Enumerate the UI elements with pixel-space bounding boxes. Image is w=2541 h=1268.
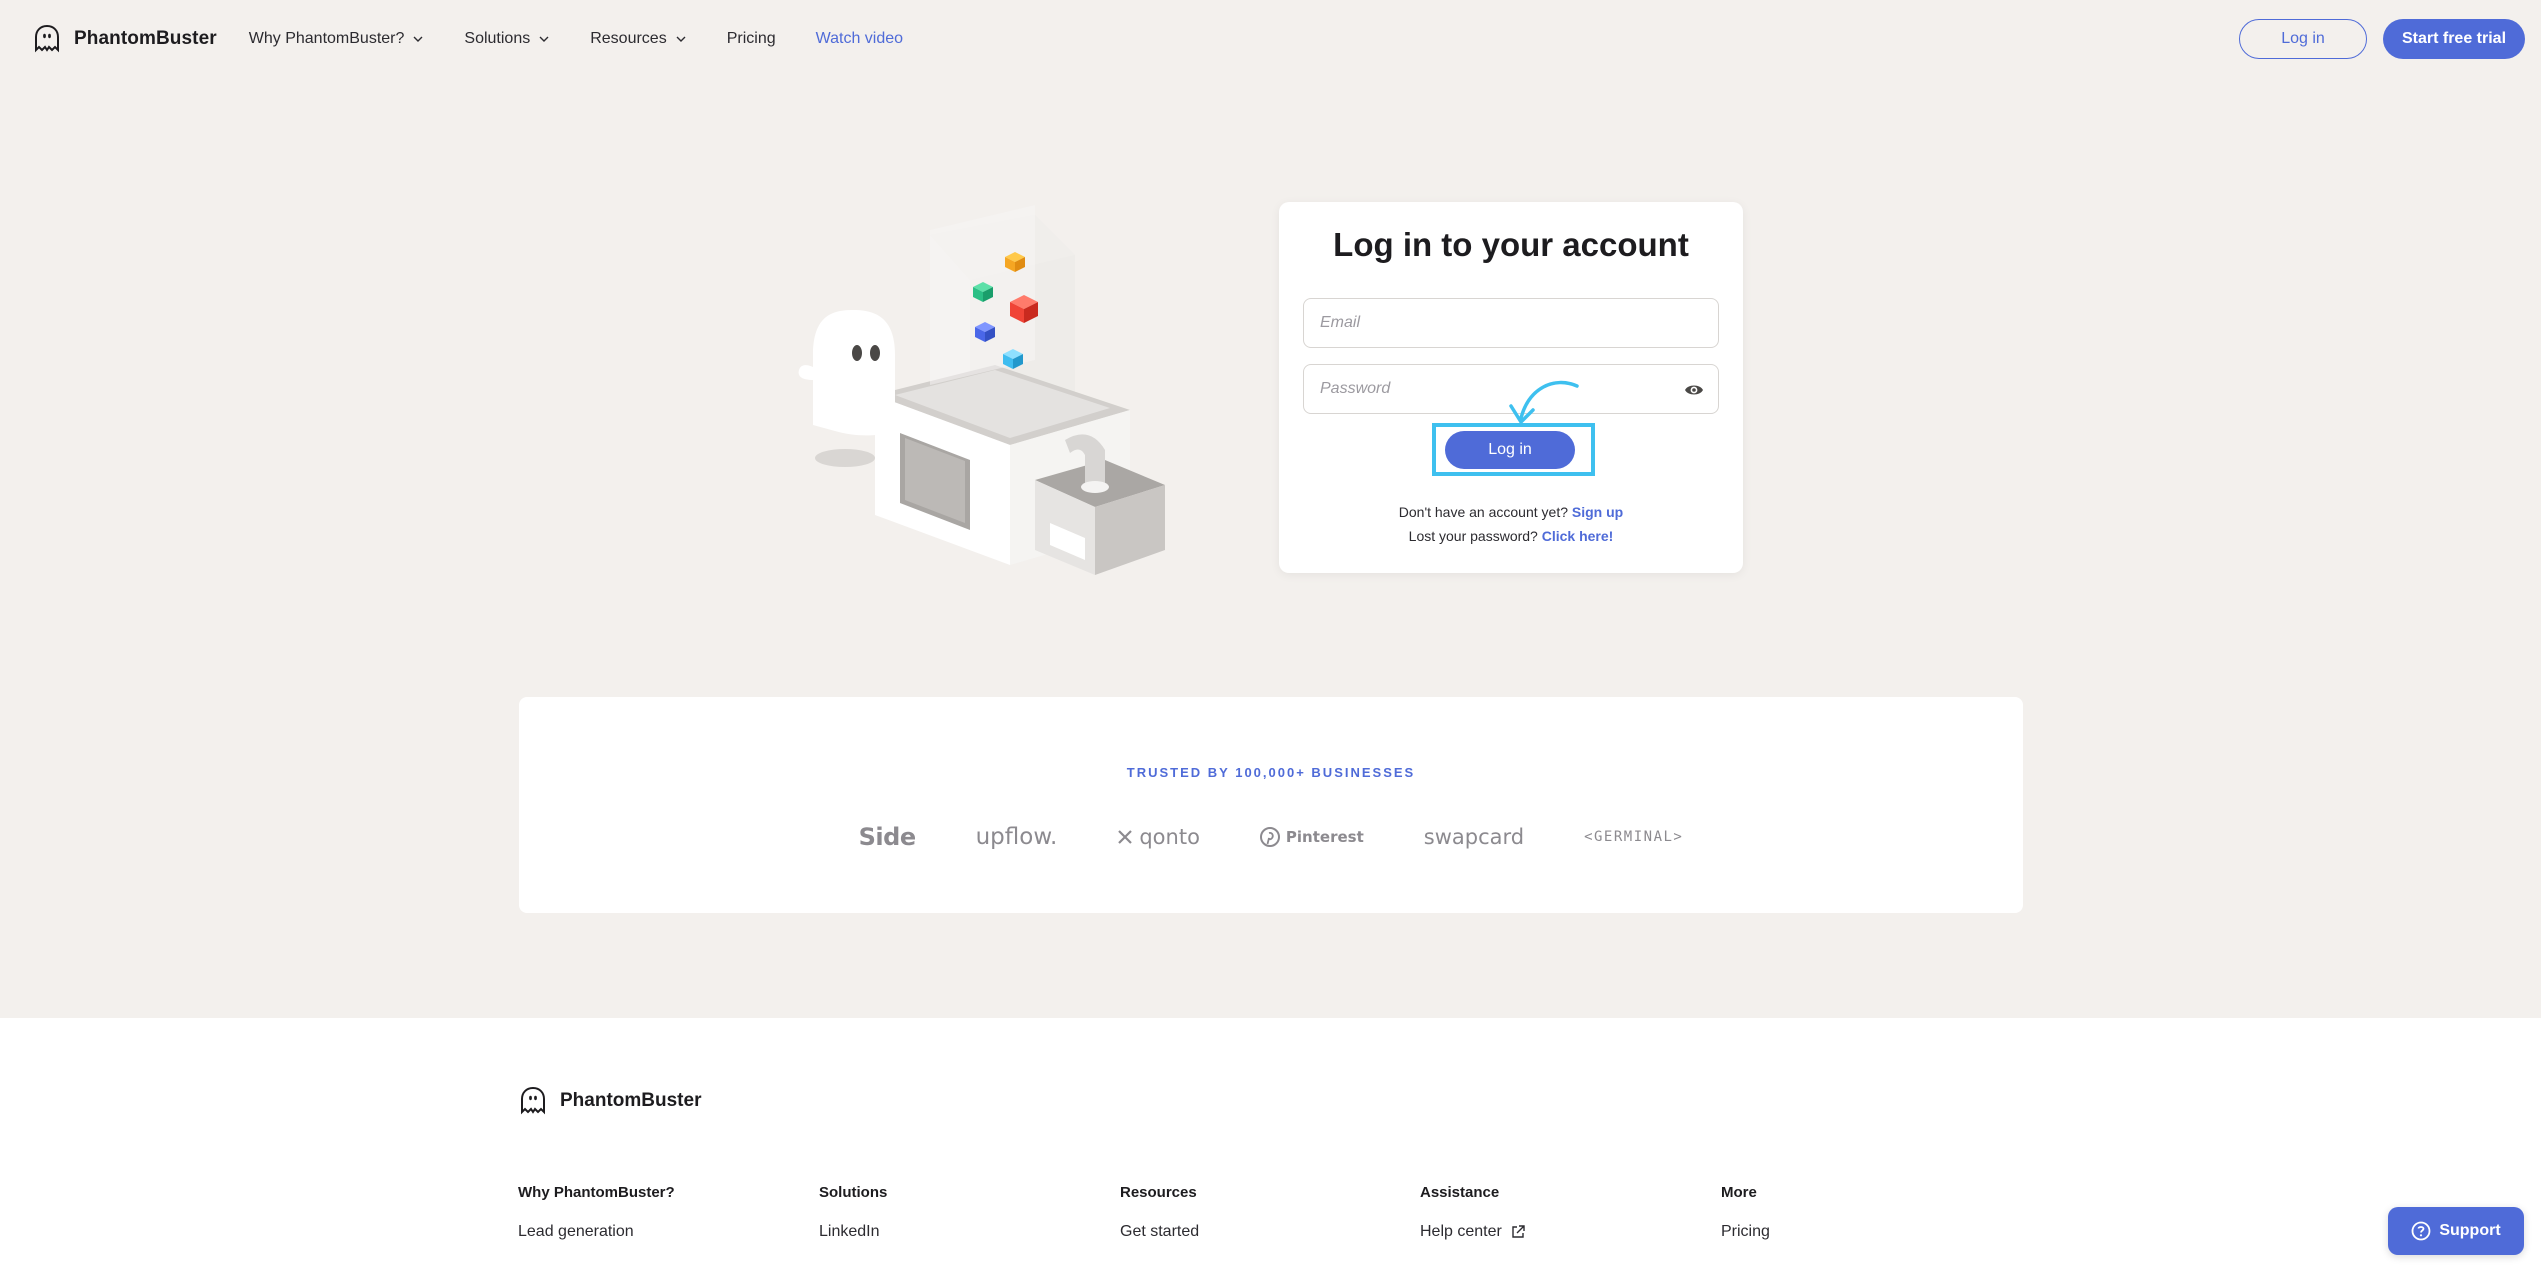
nav-solutions[interactable]: Solutions	[464, 30, 550, 48]
brand-name: PhantomBuster	[74, 28, 217, 49]
footer-col-title: Assistance	[1420, 1184, 1500, 1201]
phantom-machine-illustration	[798, 205, 1165, 575]
footer-col-title: Solutions	[819, 1184, 888, 1201]
signup-prompt: Don't have an account yet?	[1398, 504, 1568, 520]
footer-link-linkedin[interactable]: LinkedIn	[819, 1223, 887, 1241]
footer-link-get-started[interactable]: Get started	[1120, 1223, 1199, 1241]
nav-label: Solutions	[464, 30, 531, 47]
nav-label: Pricing	[726, 30, 776, 47]
footer-brand-name: PhantomBuster	[560, 1090, 702, 1111]
phantombuster-ghost-icon	[521, 1086, 545, 1115]
header-actions: Log in Start free trial	[2239, 19, 2525, 59]
footer-link-lead-generation[interactable]: Lead generation	[518, 1223, 675, 1241]
chevron-down-icon	[539, 36, 549, 42]
footer-col-solutions: Solutions LinkedIn	[819, 1184, 887, 1241]
swapcard-logo: swapcard	[1423, 825, 1525, 849]
customer-logos: Side upflow. qonto Pinterest swapcard <G…	[519, 823, 2023, 851]
signup-link[interactable]: Sign up	[1572, 504, 1623, 520]
eye-icon[interactable]	[1684, 380, 1704, 400]
header-login-button[interactable]: Log in	[2239, 19, 2367, 59]
footer-col-why: Why PhantomBuster? Lead generation	[518, 1184, 675, 1241]
top-navbar: PhantomBuster Why PhantomBuster? Solutio…	[0, 0, 2541, 78]
nav-label: Watch video	[815, 30, 904, 47]
email-input[interactable]	[1304, 299, 1718, 347]
brand-logo[interactable]: PhantomBuster	[32, 24, 217, 54]
trusted-title: TRUSTED BY 100,000+ BUSINESSES	[1126, 765, 1416, 780]
pinterest-wordmark: Pinterest	[1285, 828, 1364, 846]
nav-pricing[interactable]: Pricing	[727, 30, 776, 48]
footer-col-more: More Pricing	[1721, 1184, 1770, 1241]
footer-col-resources: Resources Get started	[1120, 1184, 1199, 1241]
footer-col-title: Resources	[1120, 1184, 1197, 1201]
qonto-logo: qonto	[1117, 825, 1200, 849]
upflow-logo: upflow.	[975, 824, 1058, 850]
germinal-logo: <GERMINAL>	[1584, 829, 1684, 845]
nav-label: Why PhantomBuster?	[248, 30, 405, 47]
login-title: Log in to your account	[1333, 226, 1689, 263]
chevron-down-icon	[676, 36, 686, 42]
nav-resources[interactable]: Resources	[590, 30, 686, 48]
side-logo: Side	[858, 823, 916, 851]
trusted-by-section: TRUSTED BY 100,000+ BUSINESSES Side upfl…	[519, 697, 2023, 913]
footer-col-assistance: Assistance Help center	[1420, 1184, 1526, 1241]
qonto-mark-icon	[1118, 830, 1133, 844]
qonto-wordmark: qonto	[1139, 825, 1200, 849]
forgot-prompt: Lost your password?	[1408, 528, 1538, 544]
main-nav: Why PhantomBuster? Solutions Resources P…	[249, 30, 903, 48]
forgot-password-line: Lost your password? Click here!	[1279, 528, 1743, 544]
footer-link-help-center[interactable]: Help center	[1420, 1223, 1526, 1241]
footer: PhantomBuster Why PhantomBuster? Lead ge…	[0, 1018, 2541, 1268]
chevron-down-icon	[413, 36, 423, 42]
external-link-icon	[1512, 1225, 1525, 1238]
support-button[interactable]: Support	[2388, 1207, 2524, 1255]
pinterest-logo: Pinterest	[1259, 827, 1364, 847]
footer-col-title: Why PhantomBuster?	[518, 1184, 675, 1201]
nav-watch-video[interactable]: Watch video	[816, 30, 903, 48]
signup-line: Don't have an account yet? Sign up	[1279, 504, 1743, 520]
footer-link-pricing[interactable]: Pricing	[1721, 1223, 1770, 1241]
login-submit-button[interactable]: Log in	[1445, 431, 1575, 469]
forgot-password-link[interactable]: Click here!	[1542, 528, 1614, 544]
login-card: Log in to your account Log in Don't have…	[1279, 202, 1743, 573]
nav-why-phantombuster[interactable]: Why PhantomBuster?	[249, 30, 425, 48]
footer-link-label: Help center	[1420, 1223, 1502, 1240]
start-free-trial-button[interactable]: Start free trial	[2383, 19, 2525, 59]
footer-col-title: More	[1721, 1184, 1757, 1201]
nav-label: Resources	[590, 30, 667, 47]
footer-brand[interactable]: PhantomBuster	[518, 1086, 701, 1116]
phantombuster-ghost-icon	[35, 24, 59, 53]
support-label: Support	[2439, 1222, 2501, 1239]
pinterest-icon	[1259, 827, 1280, 847]
email-field[interactable]	[1303, 298, 1719, 348]
help-circle-icon	[2411, 1221, 2431, 1241]
